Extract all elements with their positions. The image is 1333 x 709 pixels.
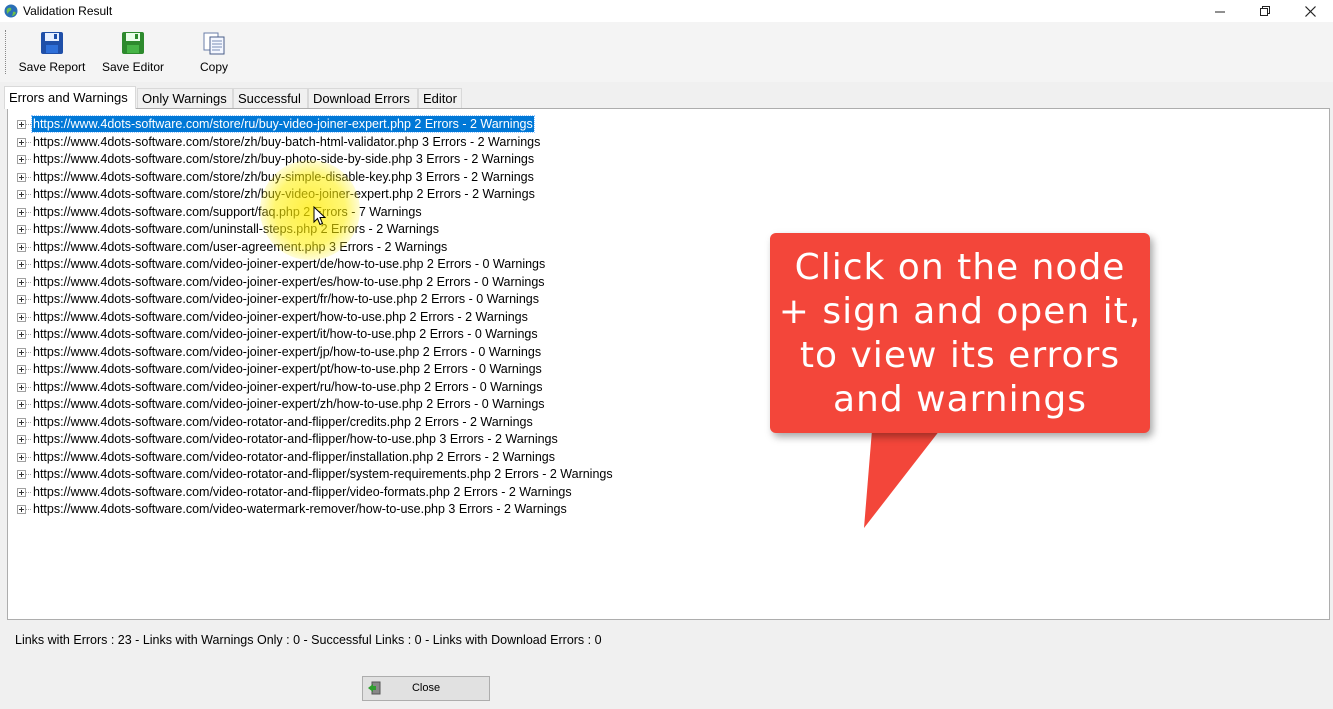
tree-node-label[interactable]: https://www.4dots-software.com/store/zh/… bbox=[32, 186, 536, 202]
tree-node-label[interactable]: https://www.4dots-software.com/video-joi… bbox=[32, 396, 546, 412]
tree-node-label[interactable]: https://www.4dots-software.com/video-rot… bbox=[32, 466, 614, 482]
tree-node-label[interactable]: https://www.4dots-software.com/video-joi… bbox=[32, 379, 543, 395]
expand-plus-icon[interactable] bbox=[17, 312, 26, 322]
tree-node-label[interactable]: https://www.4dots-software.com/store/zh/… bbox=[32, 134, 541, 150]
save-editor-button[interactable]: Save Editor bbox=[100, 30, 166, 76]
copy-documents-icon bbox=[203, 32, 225, 55]
copy-label: Copy bbox=[199, 60, 228, 74]
expand-plus-icon[interactable] bbox=[17, 505, 26, 514]
toolbar-grip[interactable] bbox=[5, 30, 9, 74]
tree-node-label[interactable]: https://www.4dots-software.com/video-joi… bbox=[32, 274, 546, 290]
minimize-button[interactable] bbox=[1198, 0, 1243, 22]
expand-plus-icon[interactable] bbox=[17, 155, 26, 164]
close-icon bbox=[1305, 5, 1316, 17]
green-floppy-disk-icon bbox=[122, 32, 144, 54]
expand-plus-icon[interactable] bbox=[17, 242, 26, 252]
tree-node-label[interactable]: https://www.4dots-software.com/support/f… bbox=[32, 204, 423, 220]
restore-icon bbox=[1260, 5, 1270, 16]
callout-line: to view its errors bbox=[799, 335, 1121, 376]
mouse-pointer-icon bbox=[313, 206, 327, 226]
expand-plus-icon[interactable] bbox=[17, 137, 26, 147]
tree-node-label[interactable]: https://www.4dots-software.com/user-agre… bbox=[32, 239, 448, 255]
restore-button[interactable] bbox=[1243, 0, 1288, 22]
tab-errors-and-warnings[interactable]: Errors and Warnings bbox=[4, 86, 136, 109]
tree-node-label[interactable]: https://www.4dots-software.com/video-rot… bbox=[32, 484, 573, 500]
expand-plus-icon[interactable] bbox=[17, 435, 26, 444]
expand-plus-icon[interactable] bbox=[17, 382, 26, 392]
minimize-icon bbox=[1215, 11, 1225, 12]
save-report-label: Save Report bbox=[18, 60, 86, 74]
expand-plus-icon[interactable] bbox=[17, 277, 26, 287]
expand-plus-icon[interactable] bbox=[17, 400, 26, 409]
expand-plus-icon[interactable] bbox=[17, 347, 26, 357]
expand-plus-icon[interactable] bbox=[17, 260, 26, 269]
tree-node-label[interactable]: https://www.4dots-software.com/video-joi… bbox=[32, 326, 539, 342]
expand-plus-icon[interactable] bbox=[17, 365, 26, 374]
tree-node-label[interactable]: https://www.4dots-software.com/video-joi… bbox=[32, 291, 540, 307]
expand-plus-icon[interactable] bbox=[17, 295, 26, 304]
expand-plus-icon[interactable] bbox=[17, 225, 26, 234]
close-button-label: Close bbox=[411, 682, 441, 694]
tree-node-label[interactable]: https://www.4dots-software.com/video-joi… bbox=[32, 309, 529, 325]
tree-node-label[interactable]: https://www.4dots-software.com/store/zh/… bbox=[32, 169, 535, 185]
tab-download-errors[interactable]: Download Errors bbox=[308, 88, 418, 108]
close-button[interactable]: Close bbox=[362, 676, 490, 701]
expand-plus-icon[interactable] bbox=[17, 207, 26, 217]
tree-node-label[interactable]: https://www.4dots-software.com/video-joi… bbox=[32, 344, 542, 360]
save-editor-label: Save Editor bbox=[101, 60, 165, 74]
copy-button[interactable]: Copy bbox=[192, 30, 236, 76]
callout-line: + sign and open it, bbox=[778, 291, 1142, 332]
expand-plus-icon[interactable] bbox=[17, 417, 26, 427]
tab-successful[interactable]: Successful bbox=[233, 88, 308, 108]
callout-pointer bbox=[864, 430, 940, 528]
globe-app-icon bbox=[4, 4, 18, 18]
tutorial-callout-text: Click on the node + sign and open it, to… bbox=[770, 246, 1150, 422]
save-report-button[interactable]: Save Report bbox=[17, 30, 87, 76]
tree-node-label[interactable]: https://www.4dots-software.com/video-wat… bbox=[32, 501, 568, 517]
floppy-disk-icon bbox=[41, 32, 63, 54]
expand-plus-icon[interactable] bbox=[17, 190, 26, 199]
tree-node-label[interactable]: https://www.4dots-software.com/store/zh/… bbox=[32, 151, 535, 167]
expand-plus-icon[interactable] bbox=[17, 330, 26, 339]
tree-node-label[interactable]: https://www.4dots-software.com/video-rot… bbox=[32, 414, 534, 430]
tree-node-label[interactable]: https://www.4dots-software.com/video-joi… bbox=[32, 256, 546, 272]
status-summary: Links with Errors : 23 - Links with Warn… bbox=[15, 633, 602, 647]
close-window-button[interactable] bbox=[1288, 0, 1333, 22]
callout-line: Click on the node bbox=[794, 247, 1126, 288]
expand-plus-icon[interactable] bbox=[17, 120, 26, 129]
tab-editor[interactable]: Editor bbox=[418, 88, 462, 108]
callout-line: and warnings bbox=[832, 379, 1088, 420]
tab-only-warnings[interactable]: Only Warnings bbox=[137, 88, 233, 108]
expand-plus-icon[interactable] bbox=[17, 470, 26, 479]
expand-plus-icon[interactable] bbox=[17, 172, 26, 182]
window-title: Validation Result bbox=[23, 4, 113, 18]
expand-plus-icon[interactable] bbox=[17, 487, 26, 497]
tree-node-label[interactable]: https://www.4dots-software.com/video-rot… bbox=[32, 431, 559, 447]
tree-node-label[interactable]: https://www.4dots-software.com/store/ru/… bbox=[31, 115, 535, 133]
tree-node-label[interactable]: https://www.4dots-software.com/video-joi… bbox=[32, 361, 543, 377]
tree-node-label[interactable]: https://www.4dots-software.com/video-rot… bbox=[32, 449, 556, 465]
tree-node-label[interactable]: https://www.4dots-software.com/uninstall… bbox=[32, 221, 440, 237]
expand-plus-icon[interactable] bbox=[17, 452, 26, 462]
title-bar: Validation Result bbox=[0, 0, 1333, 22]
